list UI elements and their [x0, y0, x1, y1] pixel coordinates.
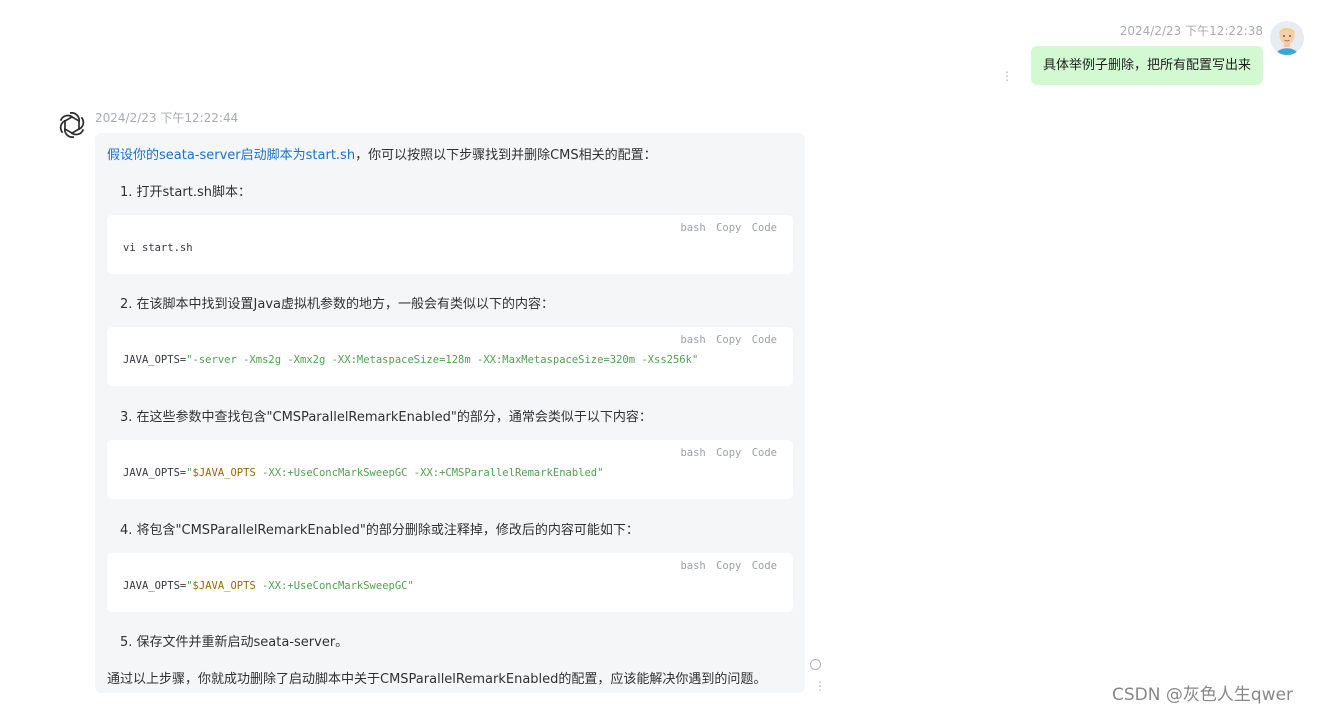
regenerate-circle-icon[interactable] [810, 659, 821, 670]
code-variable: $JAVA_OPTS [192, 580, 256, 592]
step-4: 4. 将包含"CMSParallelRemarkEnabled"的部分删除或注释… [120, 523, 639, 538]
code-string: "-server -Xms2g -Xmx2g -XX:MetaspaceSize… [186, 354, 699, 366]
user-avatar-icon[interactable] [1270, 21, 1304, 55]
step-2: 2. 在该脚本中找到设置Java虚拟机参数的地方，一般会有类似以下的内容： [120, 297, 554, 312]
code-lang-label: bash [680, 334, 706, 346]
step-1: 1. 打开start.sh脚本： [120, 185, 251, 200]
code-toolbar: bash Copy Code [676, 334, 777, 346]
code-button[interactable]: Code [752, 447, 777, 459]
code-string: -XX:+UseConcMarkSweepGC -XX:+CMSParallel… [255, 467, 604, 479]
user-message-menu-icon[interactable]: ⋮ [1001, 70, 1013, 82]
code-lang-label: bash [680, 222, 706, 234]
ai-intro-rest: ，你可以按照以下步骤找到并删除CMS相关的配置： [355, 148, 657, 163]
ai-conclusion-text: 通过以上步骤，你就成功删除了启动脚本中关于CMSParallelRemarkEn… [107, 672, 767, 687]
code-prefix: JAVA_OPTS= [123, 580, 187, 592]
copy-code-button[interactable]: Copy [716, 560, 741, 572]
code-line: JAVA_OPTS="$JAVA_OPTS -XX:+UseConcMarkSw… [123, 467, 603, 479]
code-block-2: bash Copy Code JAVA_OPTS="-server -Xms2g… [107, 327, 793, 386]
copy-code-button[interactable]: Copy [716, 334, 741, 346]
code-button[interactable]: Code [752, 560, 777, 572]
code-lang-label: bash [680, 447, 706, 459]
ai-intro-highlight: 假设你的seata-server启动脚本为start.sh [107, 148, 356, 163]
code-button[interactable]: Code [752, 222, 777, 234]
code-block-3: bash Copy Code JAVA_OPTS="$JAVA_OPTS -XX… [107, 440, 793, 499]
code-prefix: JAVA_OPTS= [123, 467, 187, 479]
step-3: 3. 在这些参数中查找包含"CMSParallelRemarkEnabled"的… [120, 410, 652, 425]
code-button[interactable]: Code [752, 334, 777, 346]
code-block-1: bash Copy Code vi start.sh [107, 215, 793, 274]
csdn-watermark: CSDN @灰色人生qwer [1112, 685, 1294, 705]
code-line: JAVA_OPTS="-server -Xms2g -Xmx2g -XX:Met… [123, 354, 698, 366]
code-line: JAVA_OPTS="$JAVA_OPTS -XX:+UseConcMarkSw… [123, 580, 414, 592]
openai-logo-icon [57, 110, 87, 140]
copy-code-button[interactable]: Copy [716, 447, 741, 459]
step-5: 5. 保存文件并重新启动seata-server。 [120, 635, 349, 650]
code-block-4: bash Copy Code JAVA_OPTS="$JAVA_OPTS -XX… [107, 553, 793, 612]
copy-code-button[interactable]: Copy [716, 222, 741, 234]
code-prefix: JAVA_OPTS= [123, 354, 187, 366]
code-toolbar: bash Copy Code [676, 560, 777, 572]
ai-message-timestamp: 2024/2/23 下午12:22:44 [95, 111, 239, 125]
code-toolbar: bash Copy Code [676, 222, 777, 234]
ai-message-bubble: 假设你的seata-server启动脚本为start.sh，你可以按照以下步骤找… [95, 133, 805, 693]
ai-intro-text: 假设你的seata-server启动脚本为start.sh，你可以按照以下步骤找… [107, 144, 657, 163]
code-string: -XX:+UseConcMarkSweepGC" [255, 580, 414, 592]
user-message-text: 具体举例子删除，把所有配置写出来 [1042, 58, 1251, 73]
user-message-bubble: 具体举例子删除，把所有配置写出来 [1030, 46, 1263, 85]
code-line: vi start.sh [123, 242, 193, 254]
code-lang-label: bash [680, 560, 706, 572]
code-variable: $JAVA_OPTS [192, 467, 256, 479]
user-message-timestamp: 2024/2/23 下午12:22:38 [1119, 24, 1263, 38]
code-toolbar: bash Copy Code [676, 447, 777, 459]
ai-message-menu-icon[interactable]: ⋮ [814, 680, 826, 692]
